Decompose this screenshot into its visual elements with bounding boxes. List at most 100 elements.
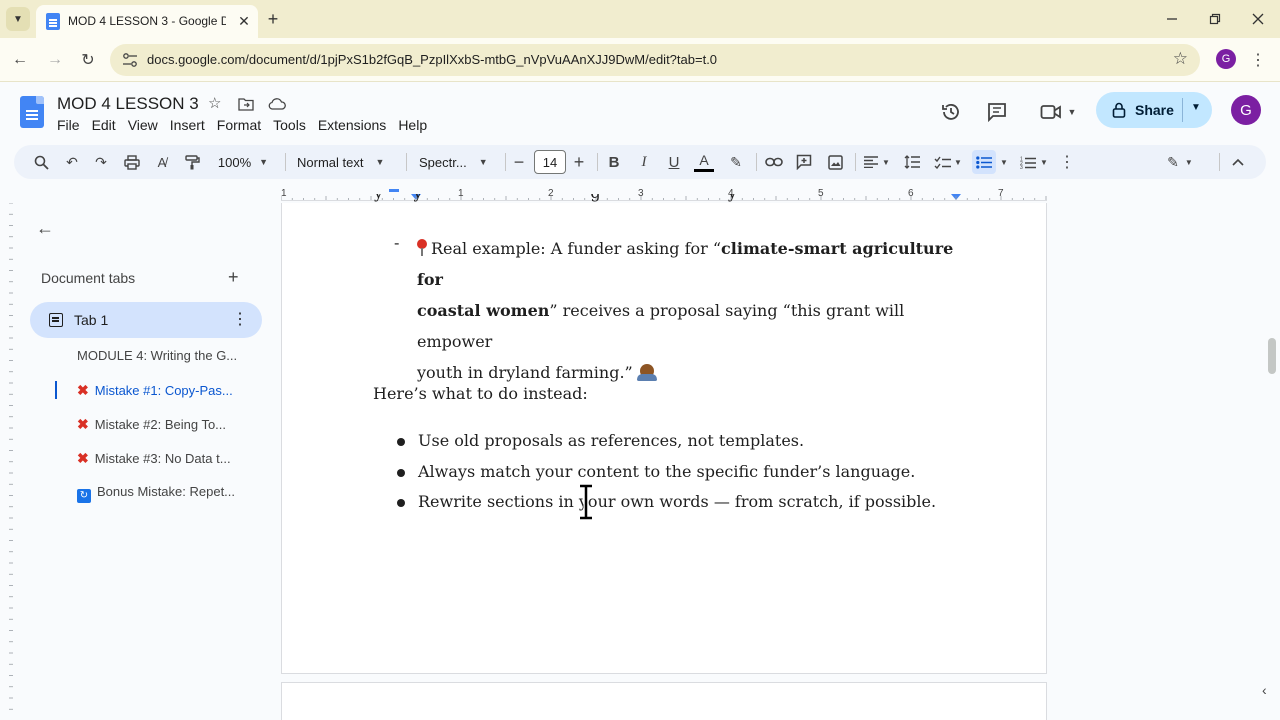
document-tabs-sidebar: ← Document tabs + Tab 1 ⋮ MODULE 4: Writ… bbox=[14, 203, 280, 720]
reload-button[interactable]: ↻ bbox=[76, 48, 100, 72]
bold-button[interactable]: B bbox=[603, 150, 625, 174]
text-color-icon: A bbox=[699, 151, 709, 168]
font-family-select[interactable]: Spectr... ▼ bbox=[419, 150, 493, 174]
chevron-left-icon[interactable]: ‹ bbox=[1262, 682, 1267, 698]
menu-insert[interactable]: Insert bbox=[164, 117, 211, 137]
sidebar-tab-1[interactable]: Tab 1 ⋮ bbox=[30, 302, 262, 338]
bulleted-list-button[interactable] bbox=[972, 150, 996, 174]
outline-item[interactable]: MODULE 4: Writing the G... bbox=[77, 348, 247, 363]
more-vertical-icon: ⋮ bbox=[1059, 154, 1075, 171]
checklist-select[interactable]: ▼ bbox=[932, 150, 964, 174]
menu-tools[interactable]: Tools bbox=[267, 117, 312, 137]
paragraph-style-select[interactable]: Normal text ▼ bbox=[297, 150, 393, 174]
text-cursor-icon bbox=[580, 484, 592, 520]
vertical-ruler[interactable] bbox=[0, 203, 14, 720]
cross-mark-icon: ✖ bbox=[77, 450, 89, 466]
font-size-input[interactable]: 14 bbox=[534, 150, 566, 174]
comment-icon bbox=[988, 103, 1006, 123]
back-button[interactable]: ← bbox=[8, 48, 32, 72]
forward-button[interactable]: → bbox=[43, 48, 67, 72]
browser-menu-icon[interactable]: ⋮ bbox=[1250, 50, 1266, 70]
toolbar-divider bbox=[285, 153, 286, 171]
outline-item[interactable]: ↻ Bonus Mistake: Repet... bbox=[77, 484, 247, 503]
search-menus-button[interactable] bbox=[30, 150, 52, 174]
close-icon bbox=[1252, 13, 1264, 25]
minimize-button[interactable] bbox=[1160, 8, 1184, 30]
line-spacing-button[interactable] bbox=[902, 150, 922, 174]
document-page[interactable]: y y g y - Real example: A funder asking … bbox=[281, 194, 1047, 674]
more-vertical-icon[interactable]: ⋮ bbox=[232, 309, 248, 329]
move-folder-icon[interactable] bbox=[238, 97, 254, 111]
pushpin-icon bbox=[417, 239, 427, 257]
toolbar-divider bbox=[756, 153, 757, 171]
menu-extensions[interactable]: Extensions bbox=[312, 117, 392, 137]
meet-button[interactable]: ▼ bbox=[1038, 99, 1078, 125]
vertical-scrollbar-thumb[interactable] bbox=[1268, 338, 1276, 374]
insert-link-button[interactable] bbox=[763, 150, 785, 174]
account-avatar[interactable]: G bbox=[1231, 95, 1261, 125]
spellcheck-button[interactable]: A̸ bbox=[151, 150, 173, 174]
paint-format-button[interactable] bbox=[181, 150, 203, 174]
insert-comment-button[interactable] bbox=[793, 150, 815, 174]
browser-profile-avatar[interactable]: G bbox=[1216, 49, 1236, 69]
italic-button[interactable]: I bbox=[633, 150, 655, 174]
outline-item[interactable]: ✖ Mistake #2: Being To... bbox=[77, 416, 247, 433]
insert-image-button[interactable] bbox=[824, 150, 846, 174]
align-select[interactable]: ▼ bbox=[862, 150, 892, 174]
first-line-indent-marker[interactable] bbox=[389, 189, 399, 192]
menu-help[interactable]: Help bbox=[392, 117, 433, 137]
document-page-next[interactable] bbox=[281, 682, 1047, 720]
browser-tab-active[interactable]: MOD 4 LESSON 3 - Google Docs ✕ bbox=[36, 5, 258, 38]
caret-down-icon: ▼ bbox=[1184, 157, 1193, 167]
version-history-button[interactable] bbox=[938, 99, 964, 125]
restore-button[interactable] bbox=[1203, 8, 1227, 30]
plus-icon[interactable]: + bbox=[228, 267, 239, 288]
caret-down-icon[interactable]: ▼ bbox=[1191, 102, 1201, 113]
document-title[interactable]: MOD 4 LESSON 3 bbox=[57, 94, 199, 114]
redo-button[interactable]: ↷ bbox=[90, 150, 112, 174]
new-tab-button[interactable]: + bbox=[262, 8, 284, 30]
current-heading-marker bbox=[55, 381, 57, 399]
outline-item-label: Mistake #3: No Data t... bbox=[94, 451, 231, 466]
tab-search-button[interactable]: ▼ bbox=[6, 7, 30, 31]
underline-button[interactable]: U bbox=[663, 150, 685, 174]
outline-item[interactable]: ✖ Mistake #3: No Data t... bbox=[77, 450, 247, 467]
text-color-button[interactable]: A bbox=[693, 150, 715, 174]
star-icon[interactable]: ☆ bbox=[208, 94, 221, 112]
bookmark-star-icon[interactable]: ☆ bbox=[1173, 49, 1188, 69]
decrease-font-size-button[interactable]: − bbox=[510, 150, 528, 174]
caret-down-icon: ▼ bbox=[259, 157, 269, 167]
editing-mode-select[interactable]: ✎ ▼ bbox=[1160, 150, 1200, 174]
comments-button[interactable] bbox=[984, 99, 1010, 125]
menu-edit[interactable]: Edit bbox=[86, 117, 122, 137]
repeat-icon: ↻ bbox=[77, 489, 91, 503]
docs-logo-icon[interactable] bbox=[20, 96, 44, 128]
close-window-button[interactable] bbox=[1246, 8, 1270, 30]
document-tab-icon bbox=[49, 313, 63, 327]
more-tools-button[interactable]: ⋮ bbox=[1058, 150, 1076, 174]
numbered-list-select[interactable]: 123 ▼ bbox=[1018, 150, 1050, 174]
undo-button[interactable]: ↶ bbox=[61, 150, 83, 174]
toolbar-divider bbox=[1219, 153, 1220, 171]
print-button[interactable] bbox=[121, 150, 143, 174]
zoom-select[interactable]: 100% ▼ bbox=[214, 150, 272, 174]
increase-font-size-button[interactable]: + bbox=[570, 150, 588, 174]
omnibox[interactable]: docs.google.com/document/d/1pjPxS1b2fGqB… bbox=[110, 44, 1200, 76]
highlight-color-button[interactable]: ✎ bbox=[725, 150, 747, 174]
menu-format[interactable]: Format bbox=[211, 117, 267, 137]
bulleted-list-menu[interactable]: ▼ bbox=[998, 150, 1010, 174]
outline-item[interactable]: ✖ Mistake #1: Copy-Pas... bbox=[77, 382, 247, 399]
outline-item-label: Bonus Mistake: Repet... bbox=[97, 484, 236, 499]
minimize-icon bbox=[1167, 18, 1177, 20]
formatting-toolbar: ↶ ↷ A̸ 100% ▼ Normal text ▼ Spectr... ▼ − 1… bbox=[14, 145, 1266, 179]
close-icon[interactable]: ✕ bbox=[234, 11, 254, 31]
clipped-text: y y g y bbox=[374, 194, 737, 202]
ruler-label: 1 bbox=[281, 188, 287, 199]
share-button[interactable]: Share ▼ bbox=[1096, 92, 1212, 128]
arrow-left-icon[interactable]: ← bbox=[36, 218, 54, 239]
cloud-saved-icon[interactable] bbox=[267, 98, 286, 110]
menu-view[interactable]: View bbox=[122, 117, 164, 137]
hide-menus-button[interactable] bbox=[1228, 150, 1248, 174]
menu-file[interactable]: File bbox=[57, 117, 86, 137]
toolbar-divider bbox=[855, 153, 856, 171]
